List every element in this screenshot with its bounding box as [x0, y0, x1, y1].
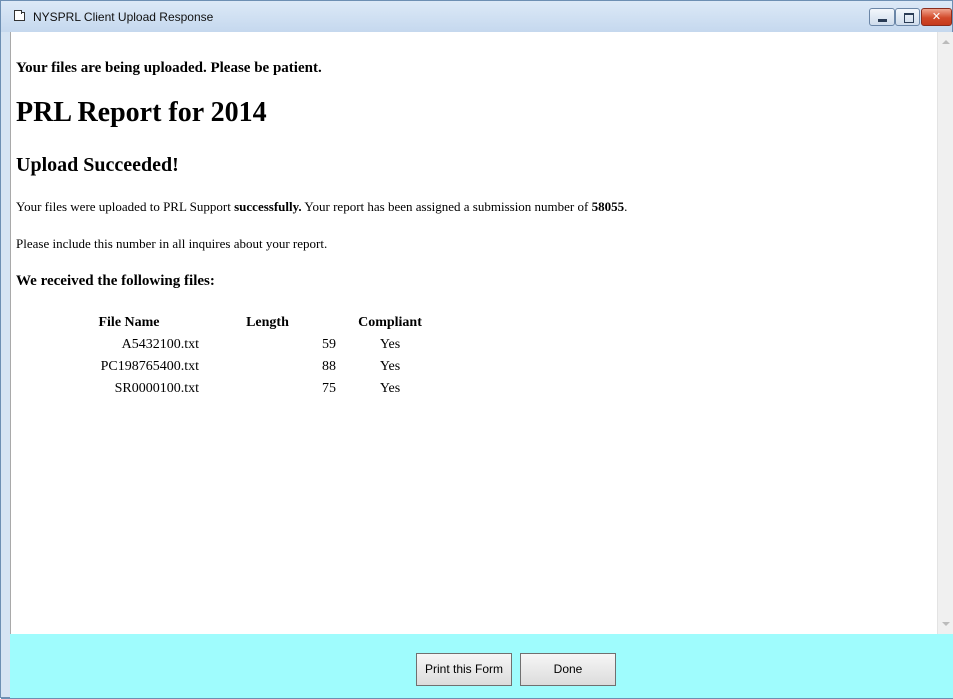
close-button[interactable]: ✕: [921, 8, 952, 26]
done-button[interactable]: Done: [520, 653, 616, 686]
success-text-after: .: [624, 199, 628, 214]
app-window: NYSPRL Client Upload Response ✕ Your fil…: [0, 0, 953, 699]
length-cell: 59: [322, 337, 336, 352]
file-name-cell: A5432100.txt: [121, 337, 199, 352]
table-row: A5432100.txt 59 Yes: [59, 334, 444, 356]
table-row: SR0000100.txt 75 Yes: [59, 378, 444, 400]
compliant-cell: Yes: [379, 381, 401, 396]
maximize-icon: [904, 13, 914, 23]
table-header-row: File Name Length Compliant: [59, 312, 444, 334]
files-table: File Name Length Compliant A5432100.txt …: [59, 312, 444, 400]
success-text-middle: Your report has been assigned a submissi…: [301, 199, 592, 214]
window-icon: [14, 10, 25, 21]
file-name-cell: PC198765400.txt: [100, 359, 199, 374]
response-content: Your files are being uploaded. Please be…: [10, 32, 938, 634]
scroll-down-icon[interactable]: [942, 622, 950, 626]
title-bar[interactable]: NYSPRL Client Upload Response ✕: [1, 1, 952, 32]
minimize-button[interactable]: [869, 8, 895, 26]
button-footer: Print this Form Done: [10, 634, 953, 698]
column-header-file-name: File Name: [98, 315, 160, 330]
success-emphasis: successfully.: [234, 199, 302, 214]
vertical-scrollbar[interactable]: [937, 32, 953, 634]
minimize-icon: [878, 19, 887, 22]
success-text-before: Your files were uploaded to PRL Support: [16, 199, 235, 214]
files-heading: We received the following files:: [16, 273, 215, 289]
compliant-cell: Yes: [379, 337, 401, 352]
status-message: Your files are being uploaded. Please be…: [16, 60, 322, 76]
success-paragraph: Your files were uploaded to PRL Support …: [16, 199, 627, 215]
submission-number: 58055: [591, 199, 625, 214]
report-title: PRL Report for 2014: [16, 97, 267, 128]
inquiry-note: Please include this number in all inquir…: [16, 236, 328, 251]
file-name-cell: SR0000100.txt: [114, 381, 199, 396]
close-icon: ✕: [931, 10, 942, 23]
maximize-button[interactable]: [895, 8, 920, 26]
table-row: PC198765400.txt 88 Yes: [59, 356, 444, 378]
length-cell: 75: [322, 381, 336, 396]
result-heading: Upload Succeeded!: [16, 154, 179, 176]
column-header-length: Length: [246, 315, 289, 330]
print-form-button[interactable]: Print this Form: [416, 653, 512, 686]
column-header-compliant: Compliant: [358, 315, 422, 330]
length-cell: 88: [322, 359, 336, 374]
scroll-up-icon[interactable]: [942, 40, 950, 44]
window-title: NYSPRL Client Upload Response: [33, 10, 214, 24]
window-frame-left: [2, 32, 10, 634]
compliant-cell: Yes: [379, 359, 401, 374]
